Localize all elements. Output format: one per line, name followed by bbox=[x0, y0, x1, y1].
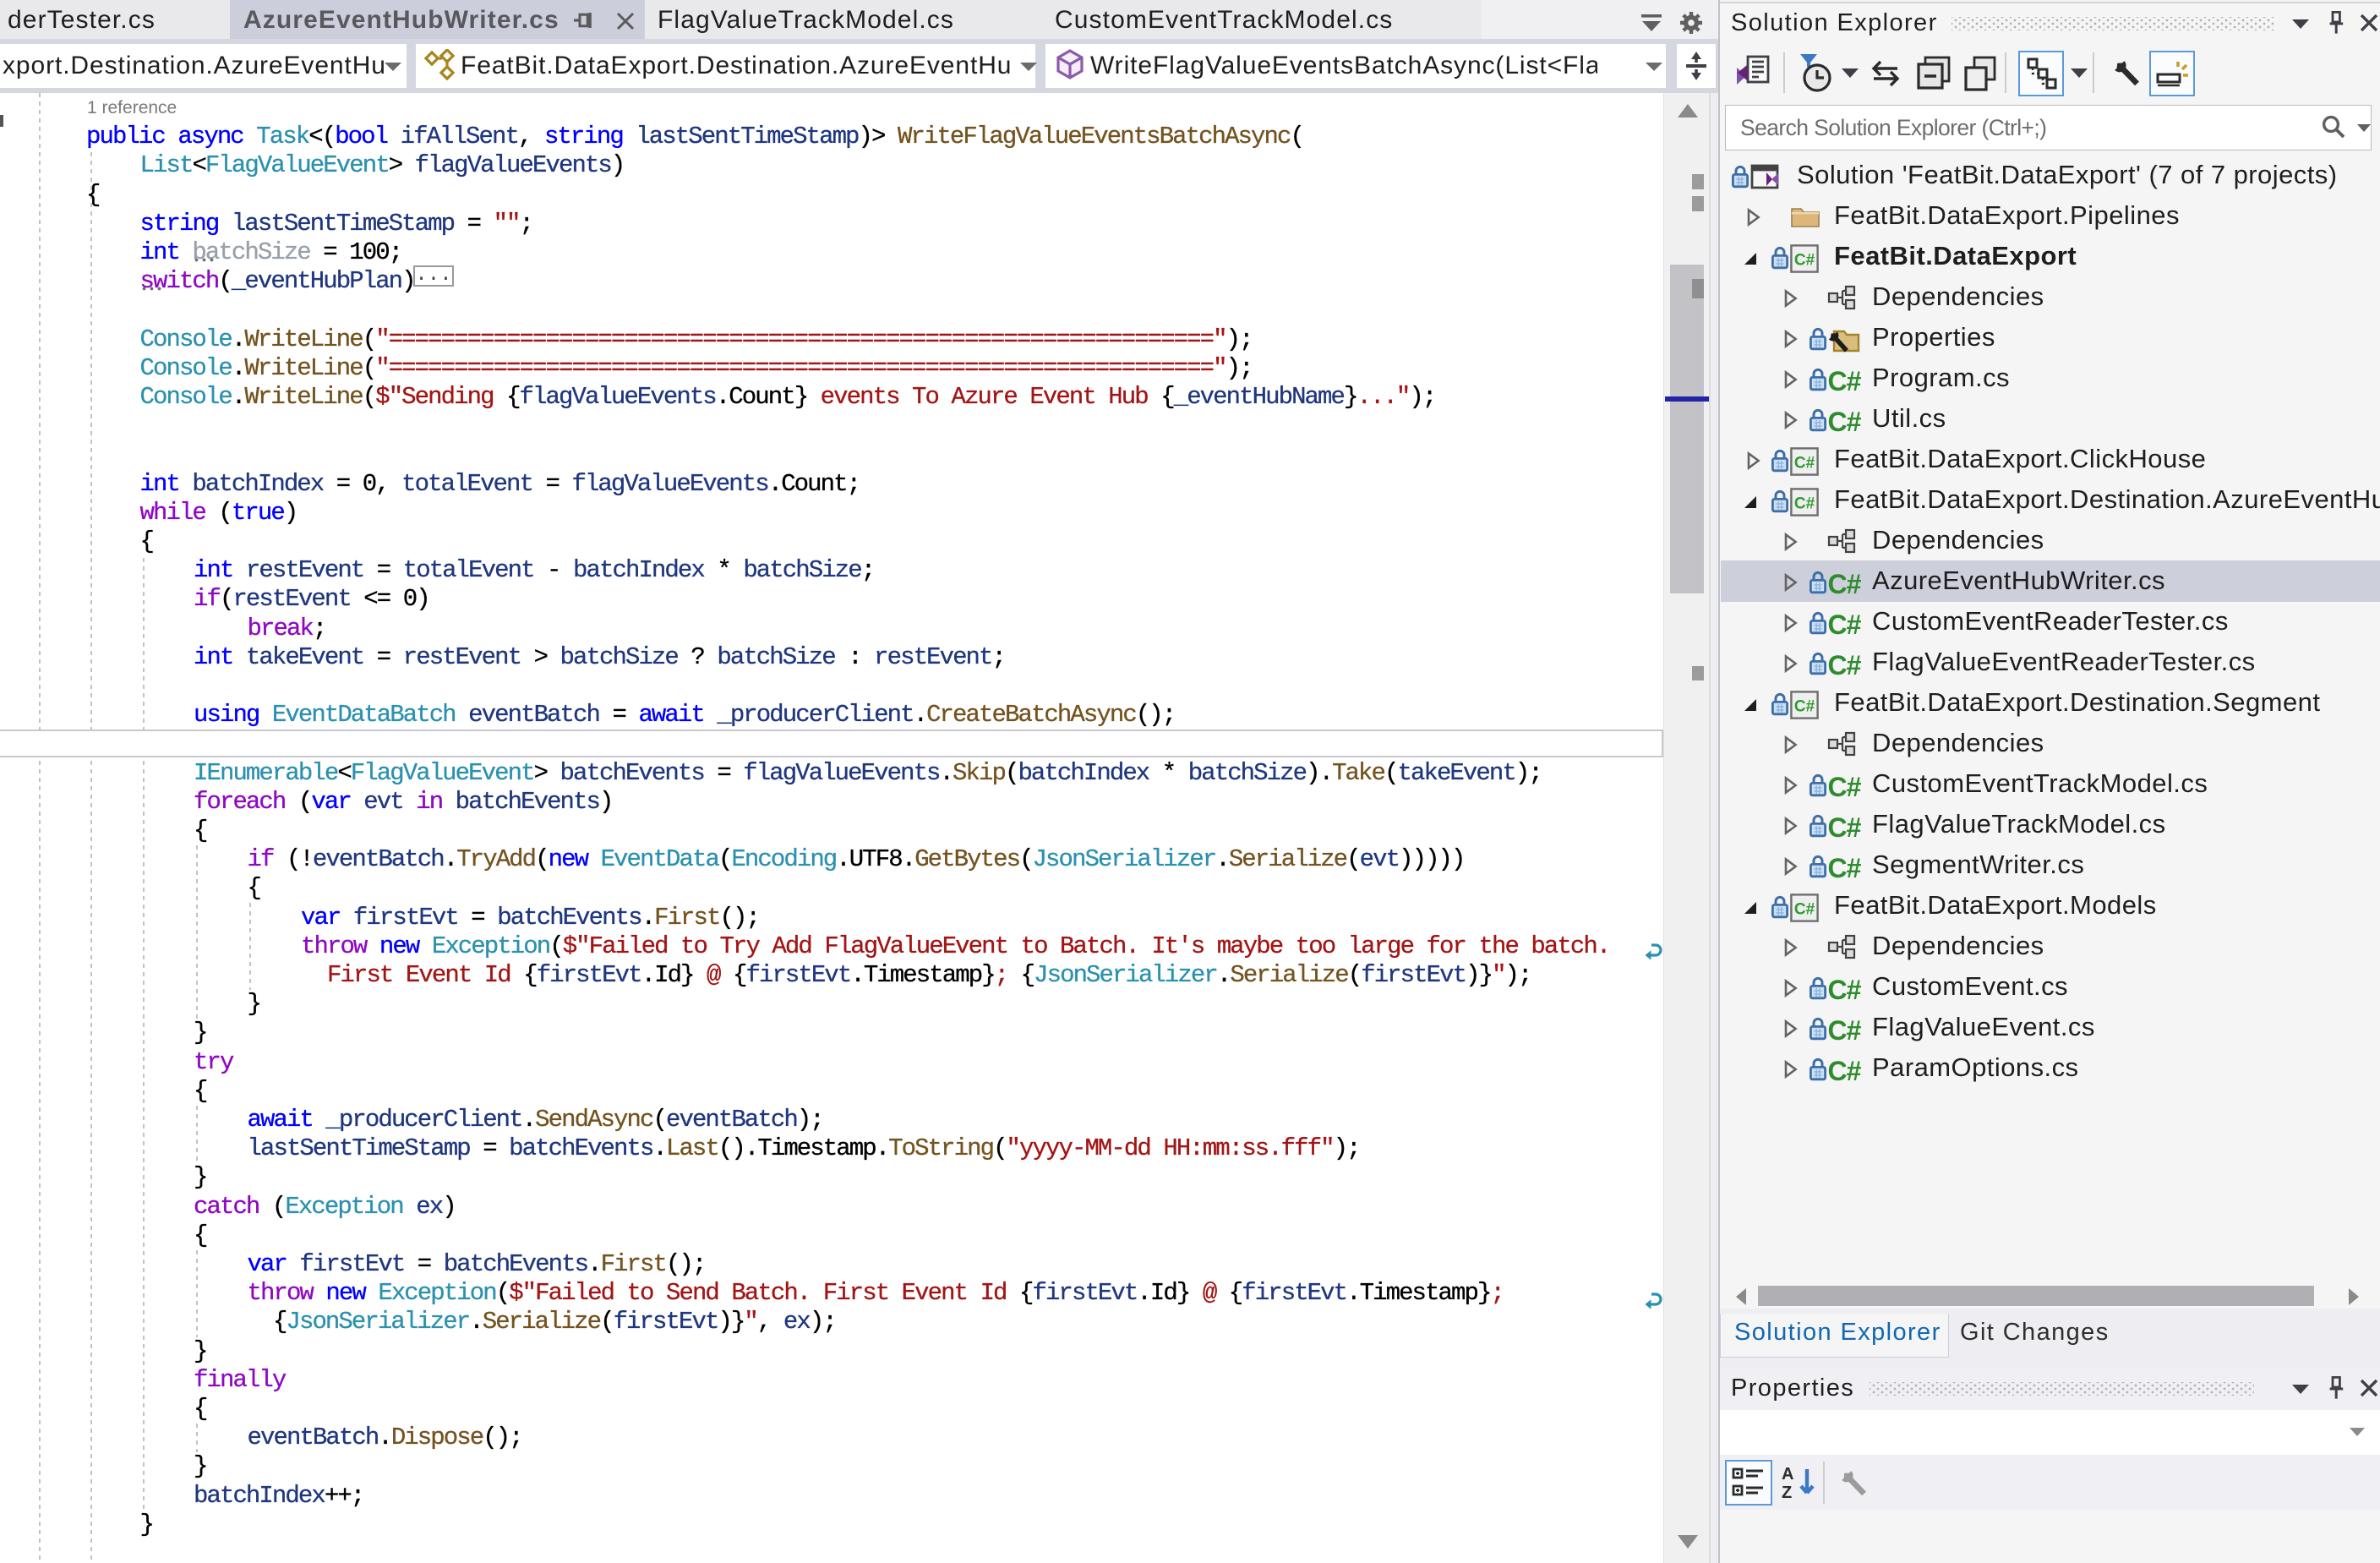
svg-text:C#: C# bbox=[1828, 569, 1861, 599]
svg-text:C#: C# bbox=[1828, 650, 1861, 680]
svg-text:C#: C# bbox=[1828, 366, 1861, 396]
svg-text:C#: C# bbox=[1794, 455, 1815, 473]
svg-text:C#: C# bbox=[1828, 1015, 1861, 1046]
svg-text:A: A bbox=[1782, 1465, 1793, 1484]
svg-text:C#: C# bbox=[1828, 812, 1861, 843]
svg-text:C#: C# bbox=[1794, 252, 1815, 270]
svg-text:C#: C# bbox=[1828, 975, 1861, 1005]
svg-text:C#: C# bbox=[1794, 901, 1815, 919]
svg-text:C#: C# bbox=[1828, 853, 1861, 883]
svg-text:C#: C# bbox=[1794, 495, 1815, 513]
svg-text:C#: C# bbox=[1828, 1056, 1861, 1086]
svg-text:C#: C# bbox=[1828, 609, 1861, 640]
svg-text:Z: Z bbox=[1782, 1484, 1792, 1502]
svg-text:C#: C# bbox=[1794, 698, 1815, 716]
svg-text:C#: C# bbox=[1828, 407, 1861, 437]
svg-text:C#: C# bbox=[1828, 772, 1861, 802]
